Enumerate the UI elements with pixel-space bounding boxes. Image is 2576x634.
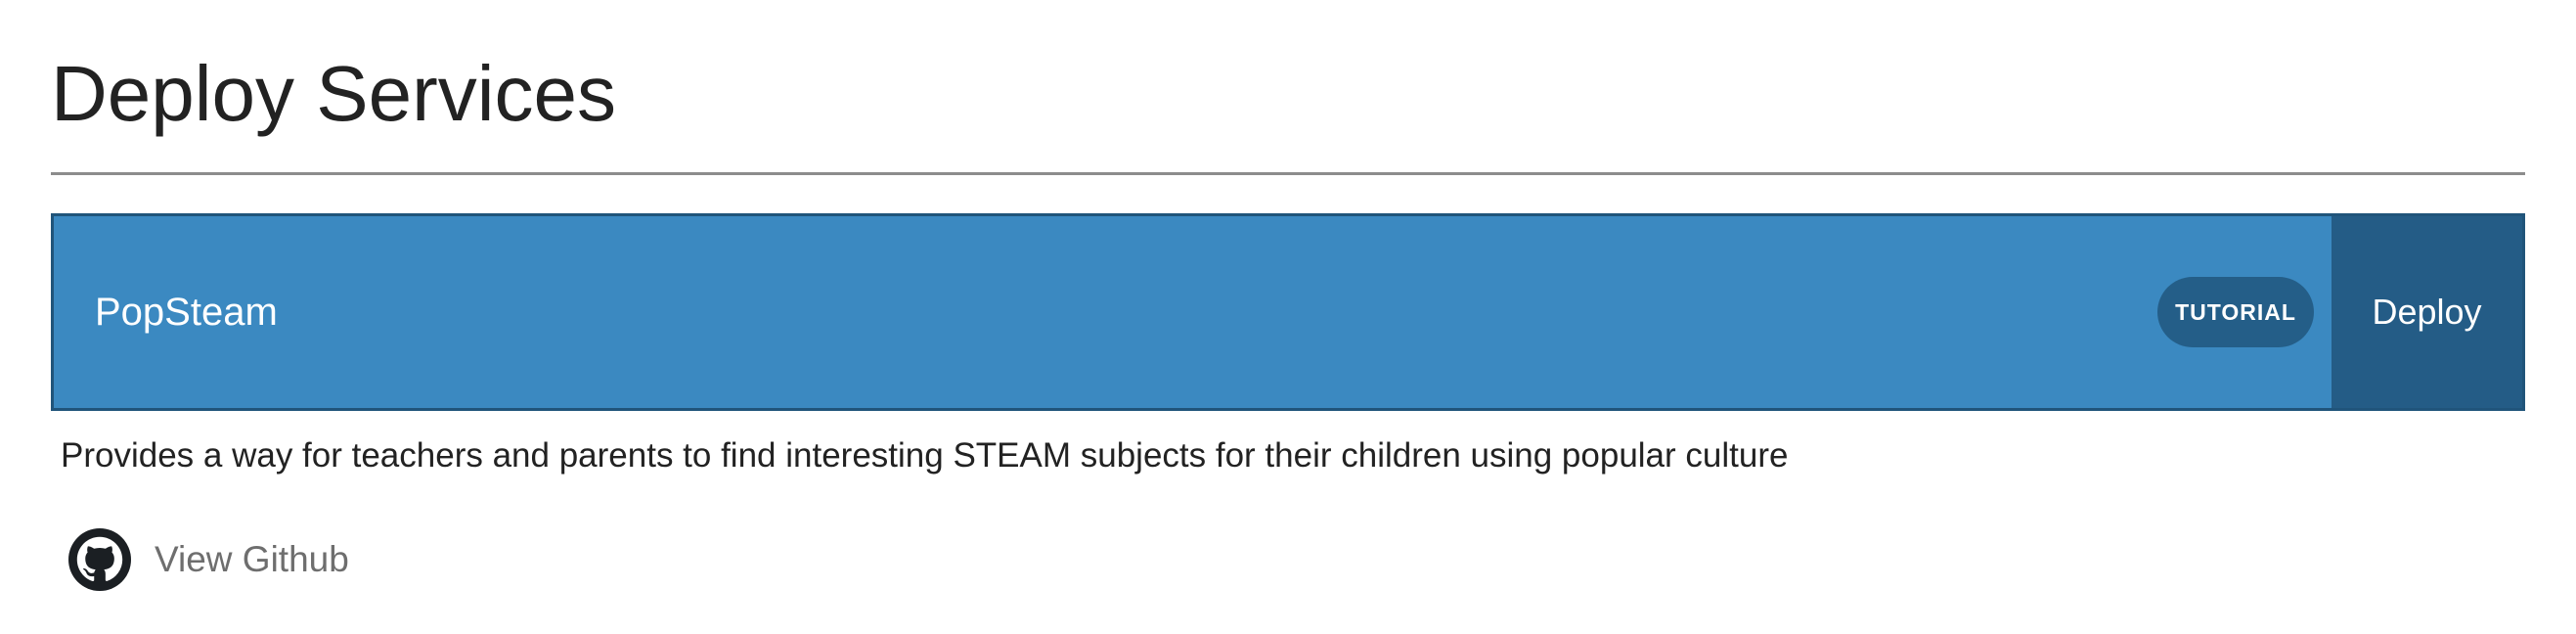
view-github-label: View Github [155,539,349,579]
service-card: PopSteam TUTORIAL Deploy [51,213,2525,411]
service-description: Provides a way for teachers and parents … [61,436,1789,475]
github-icon [68,528,131,591]
service-name: PopSteam [95,290,278,334]
service-card-header: PopSteam TUTORIAL [54,216,2332,408]
deploy-button[interactable]: Deploy [2332,216,2522,408]
page-title: Deploy Services [51,50,617,137]
title-divider [51,172,2525,175]
tutorial-badge[interactable]: TUTORIAL [2157,277,2314,347]
view-github-link[interactable]: View Github [68,528,349,591]
deploy-services-page: Deploy Services PopSteam TUTORIAL Deploy… [0,0,2576,634]
